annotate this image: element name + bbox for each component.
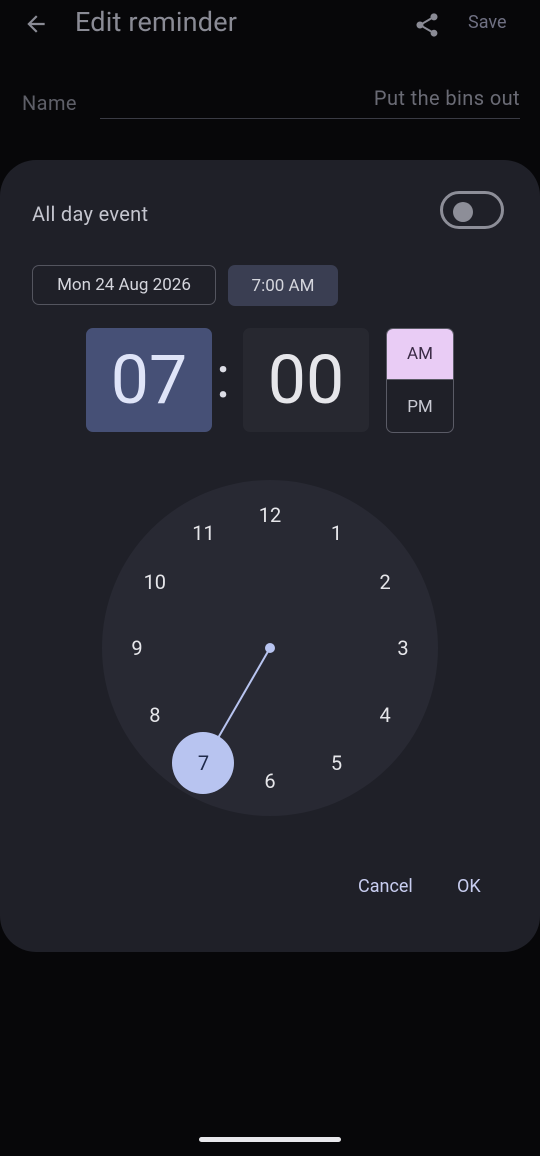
clock-number-3[interactable]: 3 (383, 634, 423, 662)
cancel-button[interactable]: Cancel (358, 876, 413, 897)
am-button[interactable]: AM (387, 329, 453, 380)
clock-face[interactable]: 12 1 2 3 4 5 6 7 8 9 10 11 (102, 480, 438, 816)
clock-number-4[interactable]: 4 (365, 701, 405, 729)
home-indicator[interactable] (199, 1137, 341, 1142)
clock-center-dot (265, 643, 275, 653)
save-button[interactable]: Save (468, 12, 507, 33)
clock-number-1[interactable]: 1 (317, 519, 357, 547)
back-button[interactable] (18, 8, 54, 40)
clock-number-11[interactable]: 11 (184, 519, 224, 547)
all-day-toggle[interactable] (440, 191, 504, 229)
clock-number-9[interactable]: 9 (117, 634, 157, 662)
time-separator: : (216, 344, 231, 412)
ok-button[interactable]: OK (457, 876, 481, 897)
am-pm-toggle: AM PM (386, 328, 454, 433)
date-chip[interactable]: Mon 24 Aug 2026 (32, 265, 216, 305)
share-button[interactable] (410, 8, 444, 42)
all-day-label: All day event (32, 202, 149, 226)
hour-selector[interactable]: 07 (86, 328, 212, 432)
name-value: Put the bins out (373, 86, 520, 110)
toggle-knob (453, 202, 473, 222)
minute-selector[interactable]: 00 (243, 328, 369, 432)
time-chip[interactable]: 7:00 AM (228, 265, 338, 306)
clock-number-5[interactable]: 5 (317, 749, 357, 777)
clock-number-6[interactable]: 6 (250, 767, 290, 795)
name-field[interactable]: Put the bins out (100, 86, 520, 119)
pm-button[interactable]: PM (387, 381, 453, 432)
clock-number-10[interactable]: 10 (135, 568, 175, 596)
clock-number-8[interactable]: 8 (135, 701, 175, 729)
clock-number-7[interactable]: 7 (184, 749, 224, 777)
arrow-left-icon (27, 15, 45, 33)
share-icon (416, 13, 438, 37)
name-label: Name (22, 91, 77, 115)
time-picker-dialog: All day event Mon 24 Aug 2026 7:00 AM 07… (0, 160, 540, 952)
page-title: Edit reminder (75, 6, 238, 38)
clock-number-12[interactable]: 12 (250, 501, 290, 529)
top-app-bar: Edit reminder Save (0, 0, 540, 50)
clock-number-2[interactable]: 2 (365, 568, 405, 596)
